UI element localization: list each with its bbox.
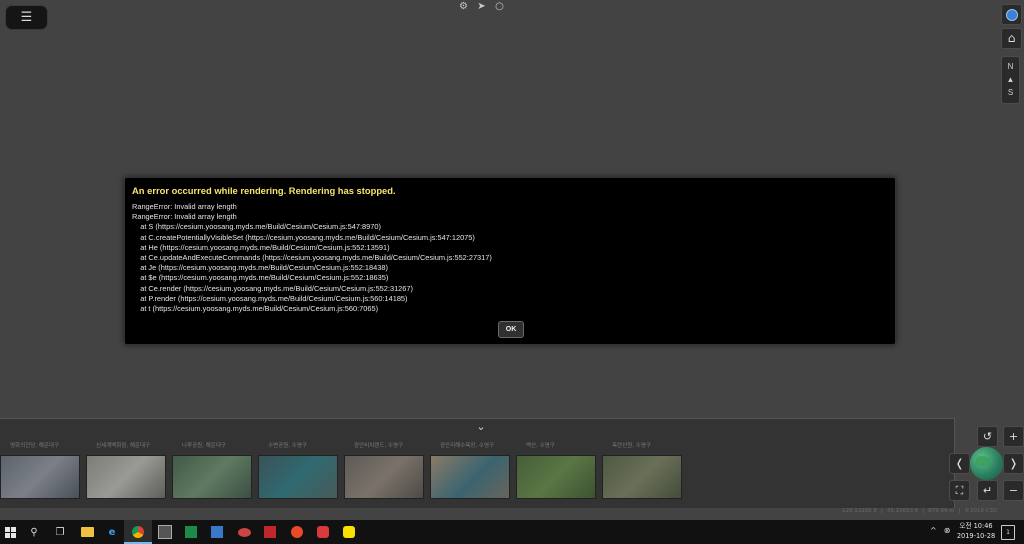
- cesium-viewer[interactable]: ☰ ⚙ ➤ ○ ⌂ N ▲ S An error occurred while …: [0, 0, 1024, 520]
- place-thumbnail[interactable]: [602, 455, 682, 499]
- place-label: 신세계백화점, 해운대구: [96, 443, 151, 449]
- place-label: 수변공원, 수영구: [268, 443, 307, 449]
- terminal-app-icon[interactable]: [209, 524, 225, 540]
- place-thumbnail[interactable]: [258, 455, 338, 499]
- rotate-left-button[interactable]: ↺: [977, 426, 998, 447]
- windows-start-button[interactable]: [2, 524, 18, 540]
- longitude-readout: 129.13205 E: [842, 508, 877, 514]
- kakaotalk-icon[interactable]: [341, 524, 357, 540]
- place-item[interactable]: 나루공원, 해운대구: [172, 441, 252, 499]
- place-item[interactable]: 영화의전당, 해운대구: [0, 441, 80, 499]
- top-toolbar: ⚙ ➤ ○: [458, 1, 505, 12]
- plus-icon: +: [1008, 430, 1019, 443]
- globe-icon[interactable]: [969, 446, 1004, 481]
- place-item[interactable]: 광안비치랜드, 수영구: [344, 441, 424, 499]
- place-label: 백산, 수영구: [526, 443, 555, 449]
- imagery-layer-icon: [1005, 8, 1018, 21]
- game-app-icon[interactable]: [315, 524, 331, 540]
- taskbar-clock[interactable]: 오전 10:46 2019-10-28: [954, 521, 998, 541]
- place-item[interactable]: 수변공원, 수영구: [258, 441, 338, 499]
- credit-text: ©2019 CSD: [964, 508, 998, 514]
- arc-left-icon: ❬: [954, 457, 965, 470]
- minus-icon: −: [1008, 484, 1019, 497]
- place-label: 광안비치랜드, 수영구: [354, 443, 404, 449]
- rotate-left-icon: ↺: [982, 430, 993, 443]
- spreadsheet-app-icon[interactable]: [183, 524, 199, 540]
- chrome-icon[interactable]: [130, 524, 146, 540]
- rotate-right-icon: ↵: [982, 484, 993, 497]
- video-app-icon[interactable]: [262, 524, 278, 540]
- circle-icon[interactable]: ○: [494, 1, 505, 12]
- menu-button[interactable]: ☰: [5, 5, 48, 30]
- home-button[interactable]: ⌂: [1001, 28, 1022, 49]
- place-label: 나루공원, 해운대구: [182, 443, 226, 449]
- tray-expand-icon[interactable]: ^: [930, 526, 937, 535]
- arc-right-icon: ❭: [1008, 457, 1019, 470]
- place-label: 옥련선원, 수영구: [612, 443, 651, 449]
- place-thumbnail[interactable]: [344, 455, 424, 499]
- notification-center-icon[interactable]: 1: [1001, 525, 1015, 540]
- place-label: 영화의전당, 해운대구: [10, 443, 60, 449]
- place-thumbnail[interactable]: [516, 455, 596, 499]
- tilt-left-button[interactable]: ❬: [949, 453, 970, 474]
- place-label: 광안리해수욕장, 수영구: [440, 443, 495, 449]
- compass-north-label: N: [1007, 62, 1014, 71]
- chevron-down-icon[interactable]: ⌄: [473, 421, 489, 432]
- coordinate-status-bar: 129.13205 E | 35.15653 E | 879.94 m | ©2…: [842, 508, 998, 514]
- error-title: An error occurred while rendering. Rende…: [132, 185, 396, 196]
- system-tray: ^ ⊗: [930, 526, 950, 535]
- home-icon: ⌂: [1007, 31, 1016, 45]
- place-thumbnail[interactable]: [0, 455, 80, 499]
- imagery-layer-button[interactable]: [1001, 4, 1022, 25]
- ok-button[interactable]: OK: [498, 321, 524, 338]
- place-thumbnail[interactable]: [172, 455, 252, 499]
- task-view-icon[interactable]: ❐: [52, 524, 68, 540]
- fullscreen-icon: ⛶: [955, 484, 964, 497]
- search-icon[interactable]: ⚲: [26, 524, 42, 540]
- compass-needle-icon: ▲: [1006, 75, 1015, 84]
- place-item[interactable]: 옥련선원, 수영구: [602, 441, 682, 499]
- clock-time: 오전 10:46: [959, 522, 993, 530]
- place-thumbnail[interactable]: [86, 455, 166, 499]
- windows-taskbar: ⚲ ❐ e: [0, 520, 1024, 544]
- clock-date: 2019-10-28: [956, 532, 996, 540]
- latitude-readout: 35.15653 E: [886, 508, 919, 514]
- fullscreen-button[interactable]: ⛶: [949, 480, 970, 501]
- place-item[interactable]: 백산, 수영구: [516, 441, 596, 499]
- file-explorer-icon[interactable]: [79, 524, 95, 540]
- send-icon[interactable]: ➤: [476, 1, 487, 12]
- place-item[interactable]: 신세계백화점, 해운대구: [86, 441, 166, 499]
- place-thumbnail[interactable]: [430, 455, 510, 499]
- notification-count: 1: [1006, 529, 1010, 536]
- place-item[interactable]: 광안리해수욕장, 수영구: [430, 441, 510, 499]
- edge-browser-icon[interactable]: e: [104, 524, 120, 540]
- place-panel: ⌄ 영화의전당, 해운대구 신세계백화점, 해운대구 나루공원, 해운대구 수변…: [0, 418, 955, 508]
- tilt-right-button[interactable]: ❭: [1003, 453, 1024, 474]
- zoom-in-button[interactable]: +: [1003, 426, 1024, 447]
- rotate-right-button[interactable]: ↵: [977, 480, 998, 501]
- app-icon[interactable]: [157, 524, 173, 540]
- remote-desktop-icon[interactable]: [236, 524, 252, 540]
- error-dialog: An error occurred while rendering. Rende…: [124, 177, 896, 345]
- zoom-out-button[interactable]: −: [1003, 480, 1024, 501]
- gear-icon[interactable]: ⚙: [458, 1, 469, 12]
- altitude-readout: 879.94 m: [928, 508, 955, 514]
- error-message: RangeError: Invalid array length RangeEr…: [132, 202, 492, 314]
- compass-south-label: S: [1007, 88, 1014, 97]
- hamburger-icon: ☰: [20, 10, 33, 25]
- windows-logo-icon: [4, 526, 16, 538]
- media-app-icon[interactable]: [289, 524, 305, 540]
- compass-widget[interactable]: N ▲ S: [1001, 56, 1020, 104]
- network-status-icon[interactable]: ⊗: [944, 526, 951, 535]
